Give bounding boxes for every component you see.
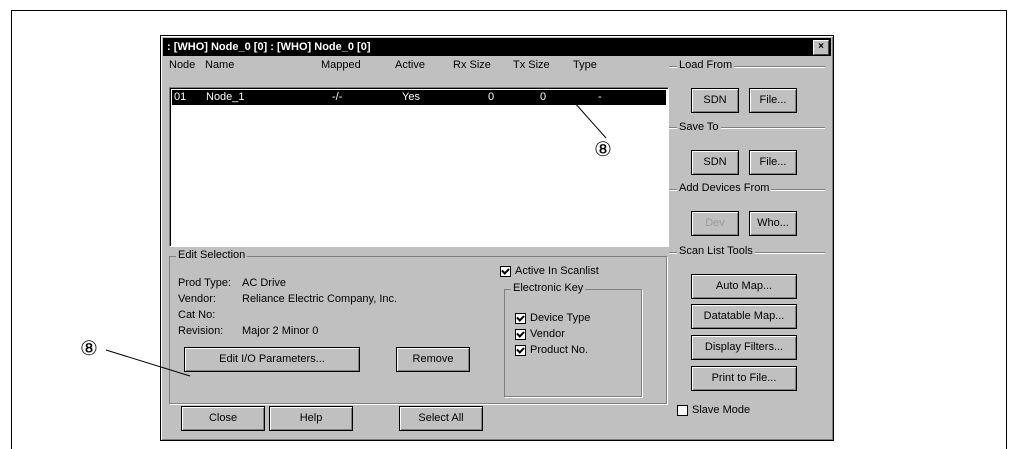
add-devices-title: Add Devices From — [677, 182, 772, 194]
checkbox-icon — [515, 312, 526, 324]
prod-type-value: AC Drive — [242, 277, 287, 289]
auto-map-button[interactable]: Auto Map... — [691, 274, 797, 299]
select-all-button[interactable]: Select All — [399, 406, 483, 431]
remove-button[interactable]: Remove — [396, 347, 470, 372]
add-dev-button[interactable]: Dev — [691, 211, 739, 236]
checkbox-icon — [500, 265, 511, 277]
product-no-checkbox[interactable]: Product No. — [515, 344, 588, 356]
page-frame-left — [11, 10, 12, 449]
electronic-key-group: Electronic Key Device Type Vendor Produc… — [504, 282, 642, 397]
col-header-tx-size[interactable]: Tx Size — [513, 59, 550, 73]
vendor-key-label: Vendor — [530, 328, 565, 340]
print-to-file-button[interactable]: Print to File... — [691, 366, 797, 391]
display-filters-button[interactable]: Display Filters... — [691, 335, 797, 360]
load-file-button[interactable]: File... — [749, 88, 797, 113]
edit-io-parameters-button[interactable]: Edit I/O Parameters... — [184, 347, 360, 372]
save-file-button[interactable]: File... — [749, 150, 797, 175]
save-sdn-button[interactable]: SDN — [691, 150, 739, 175]
cell-node: 01 — [174, 91, 187, 103]
revision-value: Major 2 Minor 0 — [242, 325, 319, 337]
scanlist-listbox[interactable]: 01 Node_1 -/- Yes 0 0 - — [169, 87, 669, 247]
page-frame-top — [11, 10, 1007, 11]
window-title: : [WHO] Node_0 [0] : [WHO] Node_0 [0] — [167, 41, 371, 53]
callout-marker-left: ⑧ — [80, 336, 98, 360]
col-header-name[interactable]: Name — [205, 59, 234, 73]
cell-mapped: -/- — [332, 91, 343, 103]
load-from-title: Load From — [677, 59, 735, 71]
help-button[interactable]: Help — [269, 406, 353, 431]
vendor-checkbox[interactable]: Vendor — [515, 328, 565, 340]
electronic-key-title: Electronic Key — [511, 282, 586, 294]
col-header-rx-size[interactable]: Rx Size — [453, 59, 491, 73]
slave-mode-checkbox[interactable]: Slave Mode — [677, 404, 750, 416]
close-button[interactable]: Close — [181, 406, 265, 431]
col-header-active[interactable]: Active — [395, 59, 425, 73]
scanlist-dialog: : [WHO] Node_0 [0] : [WHO] Node_0 [0] × … — [160, 35, 834, 441]
close-icon[interactable]: × — [813, 40, 829, 55]
active-in-scanlist-label: Active In Scanlist — [515, 265, 599, 277]
add-who-button[interactable]: Who... — [749, 211, 797, 236]
device-type-label: Device Type — [530, 312, 591, 324]
checkbox-icon — [677, 404, 688, 416]
save-to-title: Save To — [677, 121, 721, 133]
callout-marker-top: ⑧ — [594, 137, 612, 161]
cell-tx: 0 — [540, 91, 547, 103]
edit-selection-group: Edit Selection Prod Type: AC Drive Vendo… — [169, 249, 667, 404]
page-frame-right — [1006, 10, 1007, 449]
cell-active: Yes — [402, 91, 420, 103]
table-row[interactable]: 01 Node_1 -/- Yes 0 0 - — [172, 90, 666, 105]
checkbox-icon — [515, 344, 526, 356]
slave-mode-label: Slave Mode — [692, 404, 751, 416]
datatable-map-button[interactable]: Datatable Map... — [691, 304, 797, 329]
title-bar: : [WHO] Node_0 [0] : [WHO] Node_0 [0] × — [163, 38, 831, 56]
vendor-label: Vendor: — [178, 293, 216, 305]
active-in-scanlist-checkbox[interactable]: Active In Scanlist — [500, 265, 599, 277]
col-header-node[interactable]: Node — [169, 59, 195, 73]
cat-no-label: Cat No: — [178, 309, 216, 321]
scan-tools-title: Scan List Tools — [677, 245, 755, 257]
edit-selection-title: Edit Selection — [176, 249, 248, 261]
load-sdn-button[interactable]: SDN — [691, 88, 739, 113]
col-header-mapped[interactable]: Mapped — [321, 59, 361, 73]
revision-label: Revision: — [178, 325, 224, 337]
cell-name: Node_1 — [206, 91, 245, 103]
product-no-label: Product No. — [530, 344, 589, 356]
device-type-checkbox[interactable]: Device Type — [515, 312, 590, 324]
vendor-value: Reliance Electric Company, Inc. — [242, 293, 398, 305]
cell-rx: 0 — [488, 91, 495, 103]
cell-type: - — [598, 91, 602, 103]
prod-type-label: Prod Type: — [178, 277, 231, 289]
checkbox-icon — [515, 328, 526, 340]
col-header-type[interactable]: Type — [573, 59, 597, 73]
